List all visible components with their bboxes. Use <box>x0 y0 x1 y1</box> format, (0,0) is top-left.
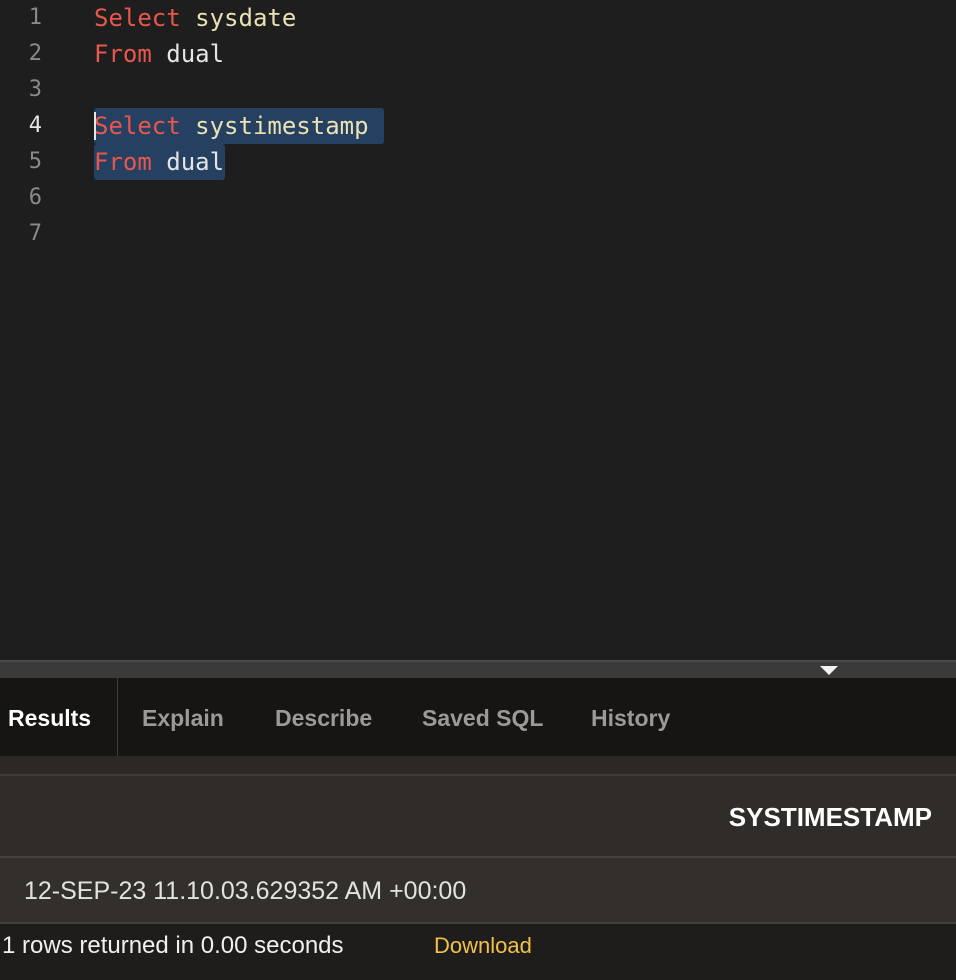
sql-editor[interactable]: 1 Select sysdate 2 From dual 3 4 Select … <box>0 0 956 660</box>
sql-identifier: systimestamp <box>195 112 369 140</box>
sql-identifier: dual <box>166 148 225 176</box>
tab-describe[interactable]: Describe <box>275 678 372 756</box>
text-caret <box>94 112 96 140</box>
table-row[interactable]: 12-SEP-23 11.10.03.629352 AM +00:00 <box>0 858 956 924</box>
sql-identifier: dual <box>166 40 225 68</box>
table-cell: 12-SEP-23 11.10.03.629352 AM +00:00 <box>24 877 467 905</box>
tab-divider <box>117 678 118 756</box>
code-line[interactable]: 6 <box>0 180 956 216</box>
results-tab-bar: Results Explain Describe Saved SQL Histo… <box>0 678 956 756</box>
code-line[interactable]: 1 Select sysdate <box>0 0 956 36</box>
line-number: 2 <box>28 41 42 66</box>
code-line[interactable]: 5 From dual <box>0 144 956 180</box>
chevron-down-icon[interactable] <box>820 666 838 675</box>
panel-splitter[interactable] <box>0 660 956 678</box>
rows-returned-text: 1 rows returned in 0.00 seconds <box>2 932 344 959</box>
tab-history[interactable]: History <box>591 678 670 756</box>
status-bar: 1 rows returned in 0.00 seconds Download <box>0 924 956 980</box>
code-line[interactable]: 3 <box>0 72 956 108</box>
code-line[interactable]: 4 Select systimestamp <box>0 108 956 144</box>
sql-keyword: From <box>94 148 152 176</box>
line-number: 4 <box>28 113 42 138</box>
line-number: 7 <box>28 221 42 246</box>
tab-results[interactable]: Results <box>8 678 92 756</box>
sql-keyword: From <box>94 40 152 68</box>
line-number: 6 <box>28 185 42 210</box>
table-header: SYSTIMESTAMP <box>0 776 956 858</box>
line-number: 5 <box>28 149 42 174</box>
code-line[interactable]: 7 <box>0 216 956 252</box>
tab-explain[interactable]: Explain <box>142 678 224 756</box>
tab-saved-sql[interactable]: Saved SQL <box>422 678 543 756</box>
line-number: 1 <box>28 5 42 30</box>
sql-keyword: Select <box>94 112 181 140</box>
line-number: 3 <box>28 77 42 102</box>
results-panel: SYSTIMESTAMP 12-SEP-23 11.10.03.629352 A… <box>0 776 956 980</box>
sql-identifier: sysdate <box>195 4 297 32</box>
download-link[interactable]: Download <box>434 924 532 968</box>
panel-gap <box>0 756 956 776</box>
code-line[interactable]: 2 From dual <box>0 36 956 72</box>
column-header-systimestamp[interactable]: SYSTIMESTAMP <box>729 776 932 858</box>
sql-keyword: Select <box>94 4 181 32</box>
